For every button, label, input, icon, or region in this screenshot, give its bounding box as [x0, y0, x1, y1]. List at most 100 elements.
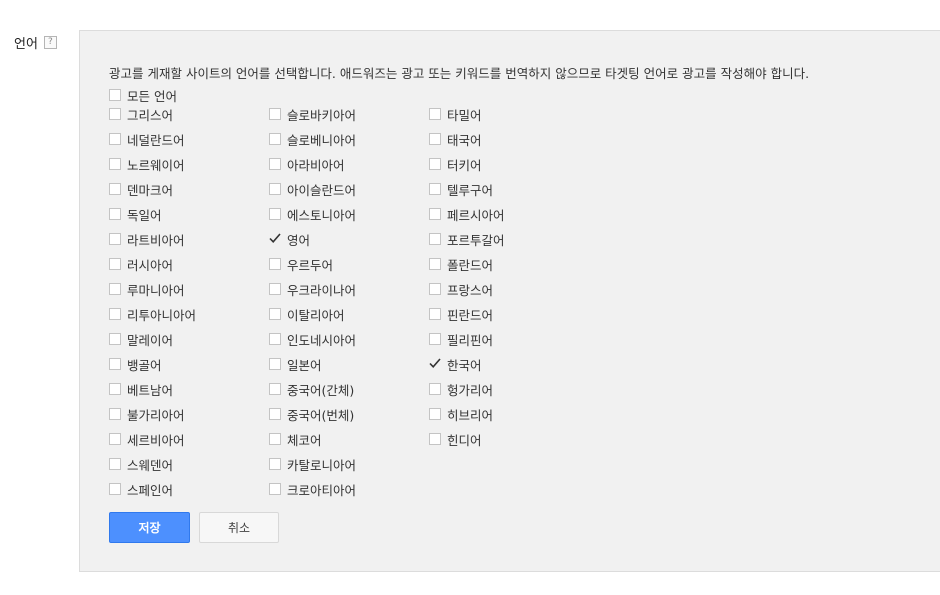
language-checkbox[interactable]: 말레이어	[109, 330, 173, 348]
language-checkbox[interactable]: 히브리어	[429, 405, 493, 423]
language-checkbox[interactable]: 중국어(간체)	[269, 380, 354, 398]
language-checkbox[interactable]: 핀란드어	[429, 305, 493, 323]
language-option-label: 아라비아어	[287, 157, 345, 173]
checkbox-icon[interactable]	[269, 408, 281, 420]
save-button[interactable]: 저장	[109, 512, 190, 543]
checkbox-icon[interactable]	[109, 233, 121, 245]
checkbox-icon[interactable]	[429, 258, 441, 270]
checkbox-icon[interactable]	[109, 358, 121, 370]
checkbox-icon[interactable]	[109, 408, 121, 420]
language-checkbox[interactable]: 터키어	[429, 155, 482, 173]
checkmark-icon[interactable]	[429, 358, 441, 370]
checkbox-icon[interactable]	[109, 433, 121, 445]
checkbox-icon[interactable]	[109, 89, 121, 101]
checkbox-icon[interactable]	[269, 483, 281, 495]
language-checkbox[interactable]: 체코어	[269, 430, 322, 448]
checkbox-icon[interactable]	[109, 283, 121, 295]
language-checkbox[interactable]: 영어	[269, 230, 310, 248]
checkbox-icon[interactable]	[269, 158, 281, 170]
checkbox-icon[interactable]	[269, 308, 281, 320]
language-checkbox[interactable]: 루마니아어	[109, 280, 185, 298]
checkbox-icon[interactable]	[109, 183, 121, 195]
checkbox-icon[interactable]	[429, 208, 441, 220]
checkbox-icon[interactable]	[429, 433, 441, 445]
language-checkbox[interactable]: 아이슬란드어	[269, 180, 356, 198]
checkbox-icon[interactable]	[429, 283, 441, 295]
checkbox-icon[interactable]	[109, 133, 121, 145]
checkbox-icon[interactable]	[269, 333, 281, 345]
checkbox-icon[interactable]	[269, 433, 281, 445]
language-checkbox[interactable]: 우르두어	[269, 255, 333, 273]
checkbox-icon[interactable]	[429, 133, 441, 145]
language-checkbox[interactable]: 불가리아어	[109, 405, 185, 423]
language-checkbox[interactable]: 중국어(번체)	[269, 405, 354, 423]
language-checkbox[interactable]: 아라비아어	[269, 155, 345, 173]
help-icon[interactable]: ?	[43, 36, 57, 49]
checkbox-icon[interactable]	[429, 408, 441, 420]
checkbox-icon[interactable]	[429, 158, 441, 170]
language-checkbox[interactable]: 타밀어	[429, 105, 482, 123]
checkbox-icon[interactable]	[109, 458, 121, 470]
checkbox-icon[interactable]	[269, 133, 281, 145]
language-checkbox[interactable]: 카탈로니아어	[269, 455, 356, 473]
checkbox-icon[interactable]	[269, 358, 281, 370]
language-checkbox[interactable]: 리투아니아어	[109, 305, 196, 323]
checkbox-icon[interactable]	[109, 258, 121, 270]
language-checkbox[interactable]: 폴란드어	[429, 255, 493, 273]
language-checkbox[interactable]: 뱅골어	[109, 355, 162, 373]
checkbox-icon[interactable]	[429, 333, 441, 345]
checkbox-icon[interactable]	[429, 233, 441, 245]
language-checkbox[interactable]: 일본어	[269, 355, 322, 373]
language-checkbox[interactable]: 페르시아어	[429, 205, 505, 223]
language-checkbox[interactable]: 한국어	[429, 355, 482, 373]
language-checkbox[interactable]: 크로아티아어	[269, 480, 356, 498]
language-checkbox[interactable]: 슬로바키아어	[269, 105, 356, 123]
language-checkbox[interactable]: 프랑스어	[429, 280, 493, 298]
language-checkbox[interactable]: 덴마크어	[109, 180, 173, 198]
checkbox-icon[interactable]	[429, 183, 441, 195]
language-checkbox[interactable]: 인도네시아어	[269, 330, 356, 348]
language-checkbox[interactable]: 스페인어	[109, 480, 173, 498]
checkmark-icon[interactable]	[269, 233, 281, 245]
language-checkbox[interactable]: 세르비아어	[109, 430, 185, 448]
language-checkbox[interactable]: 그리스어	[109, 105, 173, 123]
language-checkbox[interactable]: 필리핀어	[429, 330, 493, 348]
checkbox-icon[interactable]	[109, 333, 121, 345]
checkbox-icon[interactable]	[429, 383, 441, 395]
language-checkbox[interactable]: 텔루구어	[429, 180, 493, 198]
language-option-label: 핀란드어	[447, 307, 494, 323]
language-checkbox[interactable]: 라트비아어	[109, 230, 185, 248]
language-option-label: 폴란드어	[447, 257, 494, 273]
cancel-button[interactable]: 취소	[199, 512, 279, 543]
checkbox-icon[interactable]	[109, 158, 121, 170]
language-checkbox[interactable]: 독일어	[109, 205, 162, 223]
checkbox-icon[interactable]	[269, 208, 281, 220]
language-checkbox[interactable]: 우크라이나어	[269, 280, 356, 298]
all-languages-checkbox[interactable]: 모든 언어	[109, 86, 177, 104]
checkbox-icon[interactable]	[429, 108, 441, 120]
language-checkbox[interactable]: 노르웨이어	[109, 155, 185, 173]
checkbox-icon[interactable]	[269, 458, 281, 470]
checkbox-icon[interactable]	[269, 183, 281, 195]
language-checkbox[interactable]: 포르투갈어	[429, 230, 505, 248]
checkbox-icon[interactable]	[269, 383, 281, 395]
language-checkbox[interactable]: 태국어	[429, 130, 482, 148]
checkbox-icon[interactable]	[109, 208, 121, 220]
checkbox-icon[interactable]	[109, 383, 121, 395]
checkbox-icon[interactable]	[429, 308, 441, 320]
language-checkbox[interactable]: 힌디어	[429, 430, 482, 448]
language-checkbox[interactable]: 헝가리어	[429, 380, 493, 398]
checkbox-icon[interactable]	[269, 108, 281, 120]
checkbox-icon[interactable]	[269, 258, 281, 270]
language-checkbox[interactable]: 스웨덴어	[109, 455, 173, 473]
language-checkbox[interactable]: 베트남어	[109, 380, 173, 398]
language-checkbox[interactable]: 이탈리아어	[269, 305, 345, 323]
checkbox-icon[interactable]	[109, 308, 121, 320]
language-checkbox[interactable]: 러시아어	[109, 255, 173, 273]
language-checkbox[interactable]: 네덜란드어	[109, 130, 185, 148]
checkbox-icon[interactable]	[109, 108, 121, 120]
language-checkbox[interactable]: 에스토니아어	[269, 205, 356, 223]
checkbox-icon[interactable]	[269, 283, 281, 295]
language-checkbox[interactable]: 슬로베니아어	[269, 130, 356, 148]
checkbox-icon[interactable]	[109, 483, 121, 495]
